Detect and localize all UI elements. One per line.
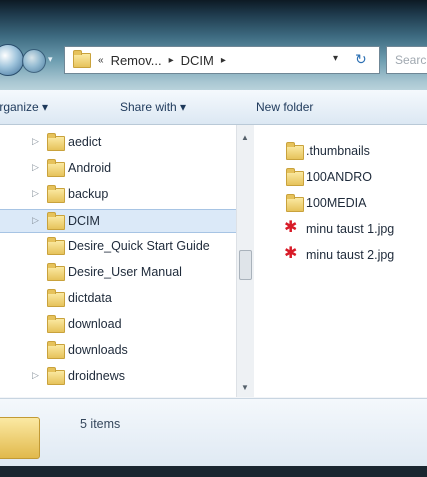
nav-tree-item[interactable]: ▷ aedict: [0, 131, 236, 155]
nav-tree-item[interactable]: downloads: [0, 339, 236, 363]
nav-tree-item-label: backup: [68, 187, 109, 201]
navigation-scrollbar[interactable]: ▲ ▼: [236, 125, 254, 397]
item-count: 5 items: [80, 417, 121, 431]
address-dropdown-icon[interactable]: ▾: [333, 53, 338, 64]
nav-tree-item-label: Desire_Quick Start Guide: [68, 239, 210, 253]
expand-arrow-icon[interactable]: ▷: [32, 188, 39, 199]
folder-icon: [47, 341, 65, 359]
nav-tree-item[interactable]: download: [0, 313, 236, 337]
nav-tree-item-label: download: [68, 317, 122, 331]
nav-tree-item-label: droidnews: [68, 369, 125, 383]
share-with-menu-button[interactable]: Share with ▾: [120, 100, 186, 114]
nav-tree-item-label: Android: [68, 161, 112, 175]
jpg-file-icon: ✱: [284, 219, 298, 236]
file-list: .thumbnails 100ANDRO 100MEDIA ✱ minu taust 1…: [254, 125, 427, 397]
file-name-label: minu taust 1.jpg: [306, 222, 395, 236]
window-bottom-edge: [0, 466, 427, 477]
folder-icon: [47, 133, 65, 151]
file-name-label: .thumbnails: [306, 144, 370, 158]
nav-tree-item[interactable]: Desire_Quick Start Guide: [0, 235, 236, 259]
nav-tree-item[interactable]: Desire_User Manual: [0, 261, 236, 285]
search-input[interactable]: Search: [386, 46, 427, 74]
folder-icon: [286, 194, 304, 212]
folder-list-item[interactable]: .thumbnails: [254, 139, 427, 163]
folder-list-item[interactable]: 100MEDIA: [254, 191, 427, 215]
window-titlebar: ▾ « Remov... ▸ DCIM ▸ ▾ ↻ Search: [0, 0, 427, 98]
folder-icon: [286, 142, 304, 160]
expand-arrow-icon[interactable]: ▷: [32, 162, 39, 173]
nav-tree-item-label: downloads: [68, 343, 128, 357]
details-pane: 5 items: [0, 398, 427, 467]
nav-tree-item[interactable]: ▷ Android: [0, 157, 236, 181]
folder-icon: [47, 185, 65, 203]
scroll-thumb[interactable]: [239, 250, 252, 280]
expand-arrow-icon[interactable]: ▷: [32, 215, 39, 226]
folder-icon: [47, 159, 65, 177]
navigation-pane: ▷ aedict ▷ Android ▷ backup ▷ DCIM Desire_Quick …: [0, 125, 237, 397]
forward-arrow-icon[interactable]: [22, 49, 46, 73]
file-name-label: 100ANDRO: [306, 170, 372, 184]
nav-tree-item-label: dictdata: [68, 291, 112, 305]
overflow-chevron-icon[interactable]: «: [98, 55, 104, 66]
folder-icon: [47, 367, 65, 385]
new-folder-button[interactable]: New folder: [256, 100, 313, 114]
folder-icon: [47, 237, 65, 255]
nav-tree-item[interactable]: ▷ droidnews: [0, 365, 236, 389]
nav-tree-item[interactable]: ▷ backup: [0, 183, 236, 207]
nav-tree-item-label: DCIM: [68, 214, 100, 228]
file-list-item[interactable]: ✱ minu taust 2.jpg: [254, 243, 427, 267]
refresh-icon[interactable]: ↻: [355, 51, 367, 68]
organize-menu-button[interactable]: Organize ▾: [0, 100, 48, 114]
folder-icon: [47, 212, 65, 230]
expand-arrow-icon[interactable]: ▷: [32, 136, 39, 147]
expand-arrow-icon[interactable]: ▷: [32, 370, 39, 381]
scroll-up-arrow-icon[interactable]: ▲: [241, 133, 249, 142]
nav-tree-item-label: Desire_User Manual: [68, 265, 182, 279]
folder-icon: [73, 49, 91, 68]
breadcrumb-separator-icon[interactable]: ▸: [169, 55, 174, 66]
scroll-down-arrow-icon[interactable]: ▼: [241, 383, 249, 392]
folder-icon: [0, 417, 40, 459]
back-arrow-icon[interactable]: [0, 44, 24, 76]
breadcrumb-separator-icon[interactable]: ▸: [221, 55, 226, 66]
file-list-item[interactable]: ✱ minu taust 1.jpg: [254, 217, 427, 241]
file-name-label: minu taust 2.jpg: [306, 248, 395, 262]
history-dropdown-icon[interactable]: ▾: [48, 54, 53, 65]
nav-tree-item[interactable]: ▷ DCIM: [0, 209, 236, 233]
file-name-label: 100MEDIA: [306, 196, 367, 210]
folder-icon: [286, 168, 304, 186]
nav-tree-item-label: aedict: [68, 135, 102, 149]
folder-list-item[interactable]: 100ANDRO: [254, 165, 427, 189]
breadcrumb-dcim[interactable]: DCIM: [181, 53, 214, 68]
command-toolbar: Organize ▾ Share with ▾ New folder: [0, 90, 427, 125]
folder-icon: [47, 263, 65, 281]
folder-icon: [47, 315, 65, 333]
nav-tree-item[interactable]: dictdata: [0, 287, 236, 311]
folder-icon: [47, 289, 65, 307]
address-bar[interactable]: « Remov... ▸ DCIM ▸ ▾ ↻: [64, 46, 380, 74]
jpg-file-icon: ✱: [284, 245, 298, 262]
breadcrumb-removable[interactable]: Remov...: [111, 53, 162, 68]
